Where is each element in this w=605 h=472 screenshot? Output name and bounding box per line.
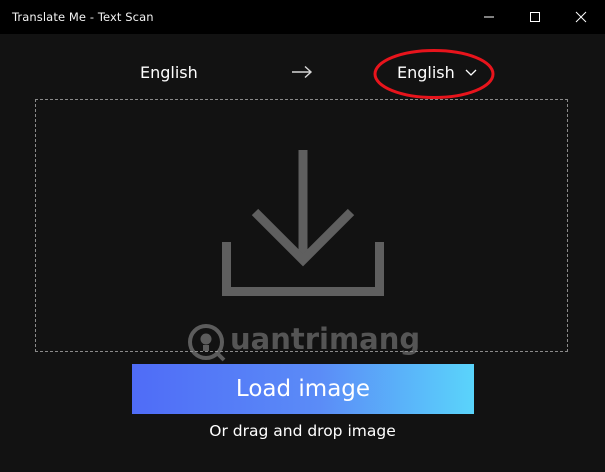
minimize-button[interactable] <box>466 0 512 34</box>
source-language-label[interactable]: English <box>140 63 198 82</box>
close-icon <box>575 11 587 23</box>
watermark-text: uantrimang <box>230 322 421 356</box>
arrow-right-icon <box>292 65 313 79</box>
maximize-icon <box>530 12 540 22</box>
quantrimang-logo <box>188 324 226 362</box>
load-image-button[interactable]: Load image <box>132 364 474 414</box>
highlight-circle <box>373 49 495 99</box>
language-bar: English English <box>0 34 605 99</box>
minimize-icon <box>484 16 494 18</box>
window-title: Translate Me - Text Scan <box>12 10 154 24</box>
maximize-button[interactable] <box>512 0 558 34</box>
image-drop-zone[interactable] <box>35 99 568 352</box>
title-bar[interactable]: Translate Me - Text Scan <box>0 0 605 34</box>
drag-drop-hint: Or drag and drop image <box>209 422 396 440</box>
download-icon <box>222 150 384 296</box>
close-button[interactable] <box>558 0 604 34</box>
app-window: Translate Me - Text Scan English English <box>0 0 605 472</box>
